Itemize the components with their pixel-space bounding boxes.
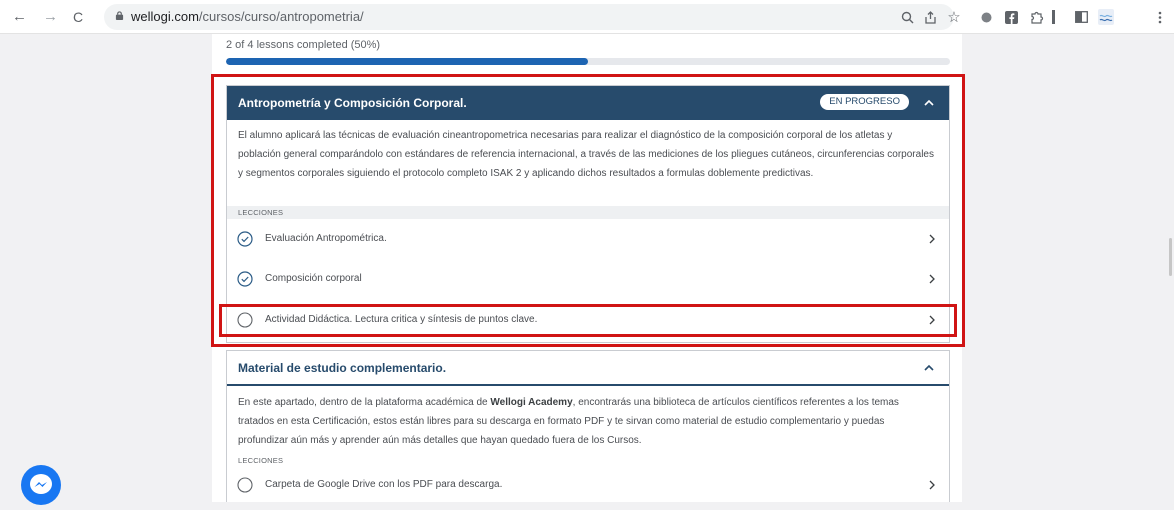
highlight-box-lesson	[219, 304, 957, 337]
toolbar-divider	[1051, 9, 1055, 25]
address-bar[interactable]: wellogi.com/cursos/curso/antropometria/	[104, 4, 954, 30]
puzzle-extensions-icon[interactable]	[1029, 9, 1045, 25]
progress-label: 2 of 4 lessons completed (50%)	[226, 39, 381, 51]
zoom-icon[interactable]	[899, 9, 915, 25]
progress-fill	[226, 58, 588, 65]
lock-icon	[115, 11, 124, 20]
bookmark-star-icon[interactable]: ☆	[946, 9, 962, 26]
share-icon[interactable]	[922, 9, 938, 25]
section-title: Material de estudio complementario.	[238, 361, 447, 375]
section-description: En este apartado, dentro de la plataform…	[238, 393, 937, 450]
lessons-label: LECCIONES	[227, 454, 949, 467]
url-path: /cursos/curso/antropometria/	[198, 9, 364, 24]
browser-toolbar: ← → C wellogi.com/cursos/curso/antropome…	[0, 0, 1174, 34]
profile-avatar[interactable]	[1098, 9, 1114, 25]
messenger-chat-button[interactable]	[21, 465, 61, 505]
empty-circle-icon	[237, 477, 253, 493]
lesson-item[interactable]: Carpeta de Google Drive con los PDF para…	[227, 471, 949, 501]
lesson-title: Carpeta de Google Drive con los PDF para…	[265, 479, 503, 490]
section-header[interactable]: Material de estudio complementario.	[227, 351, 949, 386]
forward-arrow-icon[interactable]: →	[43, 8, 58, 26]
description-text: En este apartado, dentro de la plataform…	[238, 397, 491, 408]
supplementary-material-card: Material de estudio complementario. En e…	[226, 350, 950, 502]
scrollbar-thumb[interactable]	[1169, 238, 1172, 276]
progress-bar	[226, 58, 950, 65]
chevron-right-icon	[929, 480, 935, 490]
url-text: wellogi.com/cursos/curso/antropometria/	[131, 9, 364, 25]
messenger-icon	[30, 474, 52, 494]
url-domain: wellogi.com	[131, 9, 199, 24]
side-panel-icon[interactable]	[1073, 9, 1089, 25]
back-arrow-icon[interactable]: ←	[12, 8, 27, 26]
more-menu-icon[interactable]	[1152, 9, 1168, 25]
chevron-up-icon[interactable]	[922, 361, 936, 375]
facebook-extension-icon[interactable]	[1003, 9, 1019, 25]
reload-icon[interactable]: C	[73, 8, 83, 26]
wellogi-academy-text: Wellogi Academy	[490, 397, 573, 408]
extension-record-icon[interactable]	[978, 9, 994, 25]
